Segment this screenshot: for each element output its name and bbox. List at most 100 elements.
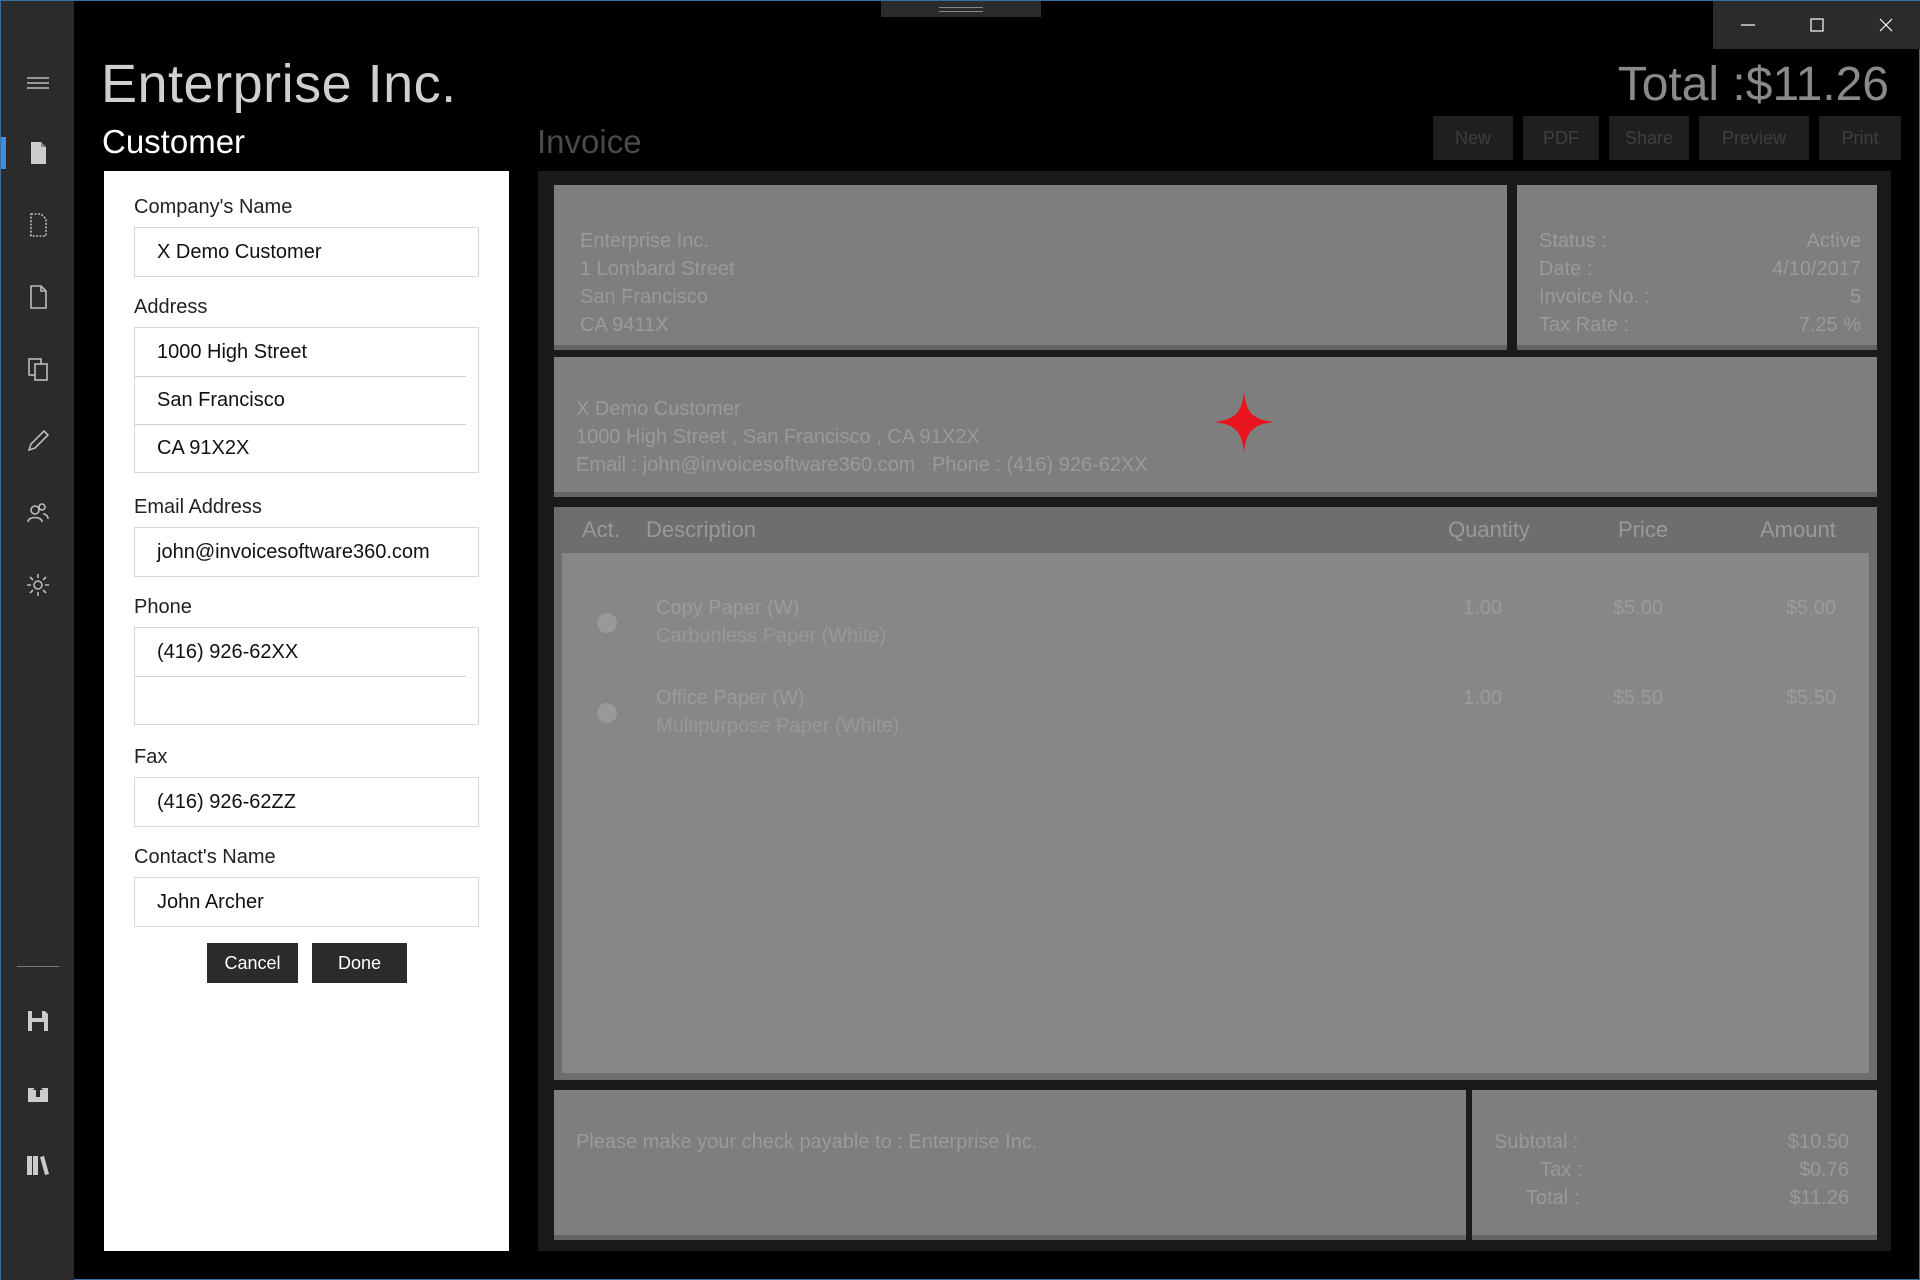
rail-divider bbox=[17, 966, 59, 967]
totals-value: $11.26 bbox=[1789, 1187, 1849, 1209]
upload-cloud-icon[interactable] bbox=[1, 1063, 74, 1123]
line-item[interactable]: Copy Paper (W) Carbonless Paper (White) … bbox=[562, 589, 1869, 649]
totals-card: Subtotal : $10.50 Tax : $0.76 Total : $1… bbox=[1472, 1090, 1877, 1240]
item-quantity: 1.00 bbox=[1463, 597, 1502, 619]
app-window: Enterprise Inc. Total :$11.26 Customer I… bbox=[0, 0, 1920, 1280]
print-button[interactable]: Print bbox=[1819, 116, 1901, 160]
meta-value: 4/10/2017 bbox=[1772, 258, 1861, 280]
item-price: $5.50 bbox=[1612, 687, 1663, 709]
invoice-toolbar: New PDF Share Preview Print bbox=[1433, 116, 1901, 160]
share-button[interactable]: Share bbox=[1609, 116, 1689, 160]
line-items-header: Act. Description Quantity Price Amount bbox=[554, 507, 1877, 553]
phone-line-1[interactable]: (416) 926-62XX bbox=[135, 628, 478, 676]
item-price: $5.00 bbox=[1612, 597, 1663, 619]
from-line-1: Enterprise Inc. bbox=[580, 230, 709, 252]
phone-line-2[interactable] bbox=[135, 676, 466, 724]
address-field[interactable]: 1000 High Street San Francisco CA 91X2X bbox=[134, 327, 479, 473]
meta-value: 5 bbox=[1849, 286, 1861, 308]
address-label: Address bbox=[134, 296, 208, 318]
payment-note-card: Please make your check payable to : Ente… bbox=[554, 1090, 1466, 1240]
from-address-card: Enterprise Inc. 1 Lombard Street San Fra… bbox=[554, 185, 1507, 350]
meta-label: Tax Rate : bbox=[1539, 314, 1630, 336]
company-name-label: Company's Name bbox=[134, 196, 293, 218]
contact-name-field[interactable]: John Archer bbox=[134, 877, 479, 927]
address-line-1[interactable]: 1000 High Street bbox=[135, 328, 478, 376]
phone-field[interactable]: (416) 926-62XX bbox=[134, 627, 479, 725]
address-line-2[interactable]: San Francisco bbox=[135, 376, 466, 424]
invoice-meta-card: Status : Active Date : 4/10/2017 Invoice… bbox=[1517, 185, 1877, 350]
company-name-value[interactable]: X Demo Customer bbox=[135, 228, 478, 276]
save-floppy-icon[interactable] bbox=[1, 991, 74, 1051]
company-title: Enterprise Inc. bbox=[101, 54, 457, 114]
blank-document-icon[interactable] bbox=[1, 267, 74, 327]
item-description: Multipurpose Paper (White) bbox=[656, 715, 900, 737]
email-label: Email Address bbox=[134, 496, 262, 518]
maximize-icon[interactable] bbox=[1782, 1, 1851, 49]
payment-note: Please make your check payable to : Ente… bbox=[576, 1131, 1038, 1153]
pencil-edit-icon[interactable] bbox=[1, 411, 74, 471]
item-amount: $5.00 bbox=[1785, 597, 1836, 619]
item-quantity: 1.00 bbox=[1463, 687, 1502, 709]
copy-documents-icon[interactable] bbox=[1, 339, 74, 399]
remove-item-icon[interactable] bbox=[597, 703, 617, 723]
cancel-button[interactable]: Cancel bbox=[207, 943, 298, 983]
totals-row-subtotal: Subtotal : $10.50 bbox=[1494, 1128, 1849, 1156]
email-value[interactable]: john@invoicesoftware360.com bbox=[135, 528, 478, 576]
totals-row-total: Total : $11.26 bbox=[1494, 1184, 1849, 1212]
meta-row-invoice-no: Invoice No. : 5 bbox=[1539, 283, 1861, 311]
meta-label: Date : bbox=[1539, 258, 1593, 280]
fax-label: Fax bbox=[134, 746, 168, 768]
done-button[interactable]: Done bbox=[312, 943, 407, 983]
email-field[interactable]: john@invoicesoftware360.com bbox=[134, 527, 479, 577]
invoice-heading: Invoice bbox=[537, 123, 642, 160]
address-line-3[interactable]: CA 91X2X bbox=[135, 424, 466, 472]
bill-to-contact: Email : john@invoicesoftware360.com Phon… bbox=[576, 454, 1148, 476]
invoice-document-icon[interactable] bbox=[1, 123, 74, 183]
contact-name-value[interactable]: John Archer bbox=[135, 878, 478, 926]
drag-handle[interactable] bbox=[881, 1, 1041, 17]
col-price: Price bbox=[1618, 517, 1669, 542]
hamburger-menu-icon[interactable] bbox=[1, 53, 74, 113]
from-line-2: 1 Lombard Street bbox=[580, 258, 735, 280]
phone-label: Phone bbox=[134, 596, 192, 618]
fax-field[interactable]: (416) 926-62ZZ bbox=[134, 777, 479, 827]
line-item[interactable]: Office Paper (W) Multipurpose Paper (Whi… bbox=[562, 679, 1869, 739]
gear-icon[interactable] bbox=[1, 555, 74, 615]
meta-label: Status : bbox=[1539, 230, 1607, 252]
contact-name-label: Contact's Name bbox=[134, 846, 276, 868]
library-books-icon[interactable] bbox=[1, 1135, 74, 1195]
col-act: Act. bbox=[582, 517, 620, 542]
fax-value[interactable]: (416) 926-62ZZ bbox=[135, 778, 478, 826]
meta-label: Invoice No. : bbox=[1539, 286, 1651, 308]
line-items-card: Act. Description Quantity Price Amount C… bbox=[554, 507, 1877, 1080]
minimize-icon[interactable] bbox=[1713, 1, 1782, 49]
item-amount: $5.50 bbox=[1785, 687, 1836, 709]
total-display: Total :$11.26 bbox=[1617, 58, 1889, 111]
invoice-preview-area: Enterprise Inc. 1 Lombard Street San Fra… bbox=[538, 171, 1891, 1251]
sparkle-icon bbox=[1213, 391, 1275, 453]
meta-row-tax-rate: Tax Rate : 7.25 % bbox=[1539, 311, 1861, 339]
quote-document-icon[interactable] bbox=[1, 195, 74, 255]
line-items-body: Copy Paper (W) Carbonless Paper (White) … bbox=[562, 553, 1869, 1073]
nav-rail bbox=[1, 1, 74, 1280]
preview-button[interactable]: Preview bbox=[1699, 116, 1809, 160]
meta-value: 7.25 % bbox=[1798, 314, 1861, 336]
customer-heading: Customer bbox=[102, 123, 246, 160]
window-controls bbox=[1713, 1, 1920, 49]
close-icon[interactable] bbox=[1851, 1, 1920, 49]
col-quantity: Quantity bbox=[1448, 517, 1530, 542]
remove-item-icon[interactable] bbox=[597, 613, 617, 633]
meta-row-date: Date : 4/10/2017 bbox=[1539, 255, 1861, 283]
from-line-4: CA 9411X bbox=[580, 314, 669, 336]
col-amount: Amount bbox=[1760, 517, 1836, 542]
company-name-field[interactable]: X Demo Customer bbox=[134, 227, 479, 277]
customer-form-panel: Company's Name X Demo Customer Address 1… bbox=[104, 171, 509, 1251]
pdf-button[interactable]: PDF bbox=[1523, 116, 1599, 160]
totals-label: Subtotal : bbox=[1494, 1131, 1579, 1153]
item-name: Copy Paper (W) bbox=[656, 597, 800, 619]
new-button[interactable]: New bbox=[1433, 116, 1513, 160]
totals-label: Tax : bbox=[1540, 1159, 1583, 1181]
col-description: Description bbox=[646, 517, 757, 542]
people-icon[interactable] bbox=[1, 483, 74, 543]
item-description: Carbonless Paper (White) bbox=[656, 625, 887, 647]
